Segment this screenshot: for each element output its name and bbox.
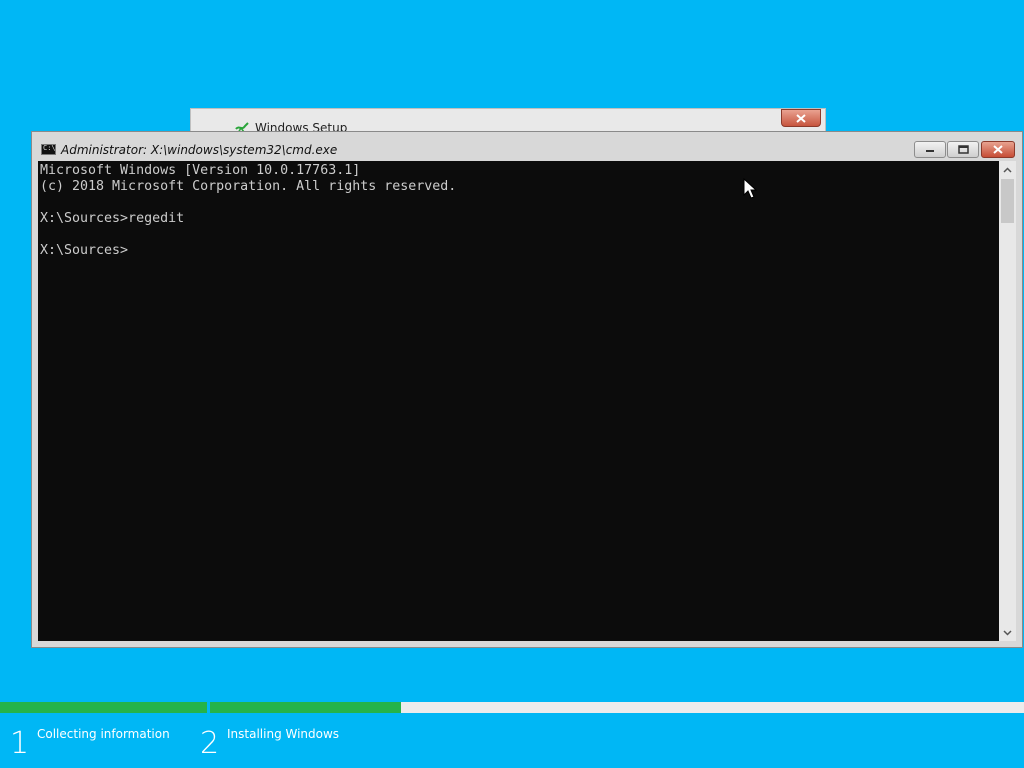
cmd-icon-text: C:\ — [43, 144, 56, 152]
minimize-button[interactable] — [914, 141, 946, 158]
close-icon — [993, 145, 1003, 154]
close-icon — [796, 113, 806, 123]
step-label: Collecting information — [37, 727, 170, 741]
minimize-icon — [926, 149, 934, 152]
scroll-thumb[interactable] — [1001, 179, 1014, 223]
scroll-up-button[interactable] — [999, 161, 1016, 178]
console-output[interactable]: Microsoft Windows [Version 10.0.17763.1]… — [38, 161, 999, 641]
console-scrollbar[interactable] — [999, 161, 1016, 641]
mouse-cursor-icon — [743, 178, 757, 199]
setup-progress-bar — [0, 702, 1024, 713]
chevron-up-icon — [1003, 166, 1012, 173]
cmd-window: C:\ Administrator: X:\windows\system32\c… — [31, 131, 1023, 648]
console-line: Microsoft Windows [Version 10.0.17763.1] — [40, 163, 361, 178]
progress-segment-installing — [210, 702, 1024, 713]
console-line: (c) 2018 Microsoft Corporation. All righ… — [40, 179, 457, 194]
setup-close-button[interactable] — [781, 109, 821, 127]
close-button[interactable] — [981, 141, 1015, 158]
cmd-titlebar[interactable]: C:\ Administrator: X:\windows\system32\c… — [32, 132, 1022, 162]
step-number: 2 — [200, 726, 220, 761]
progress-segment-collecting — [0, 702, 207, 713]
chevron-down-icon — [1003, 629, 1012, 636]
maximize-button[interactable] — [947, 141, 979, 158]
progress-fill — [0, 702, 207, 713]
maximize-icon — [957, 145, 969, 154]
step-label: Installing Windows — [227, 727, 340, 741]
cmd-window-title: Administrator: X:\windows\system32\cmd.e… — [61, 143, 338, 157]
step-number: 1 — [10, 726, 30, 761]
scroll-down-button[interactable] — [999, 624, 1016, 641]
cmd-icon: C:\ — [41, 144, 56, 155]
console-prompt-line: X:\Sources> — [40, 243, 129, 258]
progress-fill — [210, 702, 402, 713]
console-line: X:\Sources>regedit — [40, 211, 185, 226]
